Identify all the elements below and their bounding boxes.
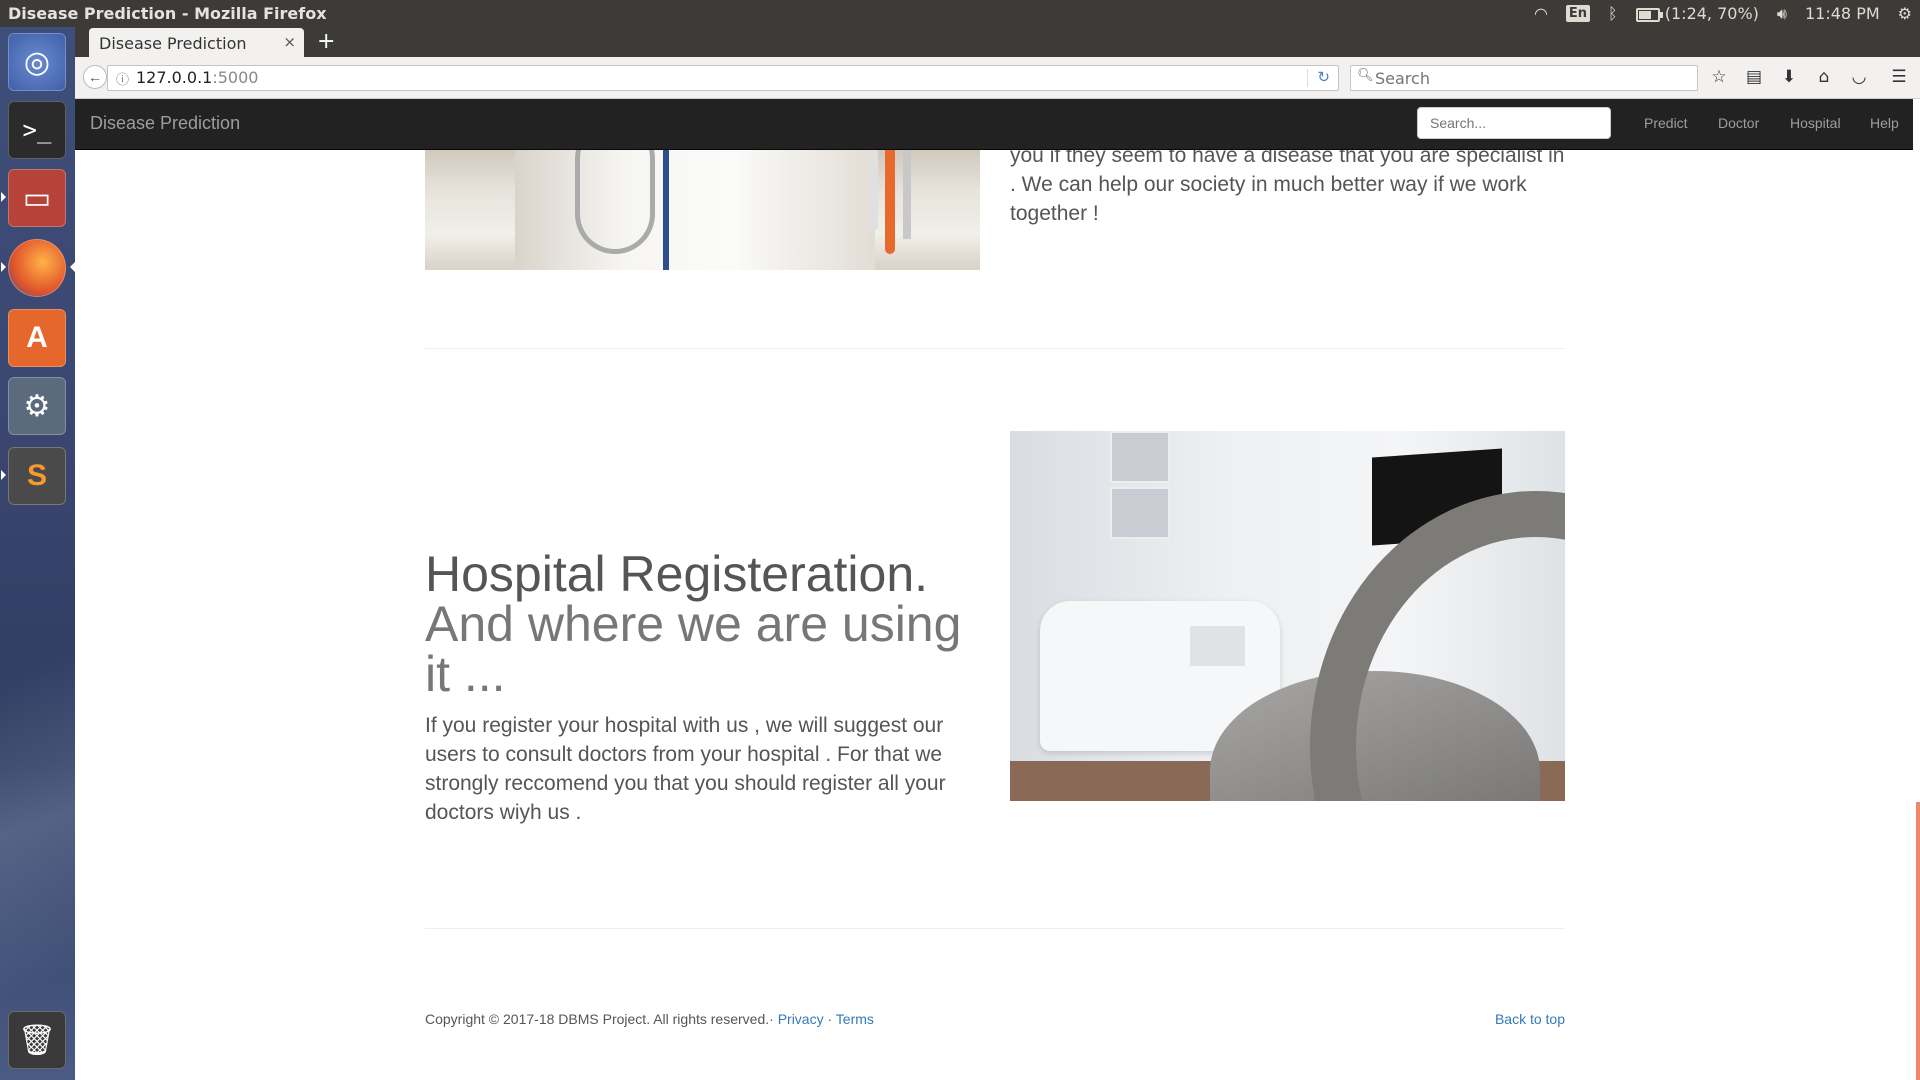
top-panel: Disease Prediction - Mozilla Firefox ◠ E…	[0, 0, 1920, 27]
site-search-input[interactable]	[1417, 107, 1611, 139]
firefox-icon[interactable]	[8, 239, 66, 297]
doctor-coat-shape	[515, 149, 875, 270]
url-bar-divider	[1307, 69, 1308, 87]
scrollbar-thumb[interactable]	[1916, 802, 1920, 1080]
tab-disease-prediction[interactable]: Disease Prediction ×	[89, 28, 304, 57]
software-center-icon[interactable]: A	[8, 309, 66, 367]
url-host: 127.0.0.1	[136, 68, 213, 87]
wifi-icon[interactable]: ◠	[1534, 4, 1548, 23]
sublime-text-icon[interactable]: S	[8, 447, 66, 505]
bookmarks-menu-icon[interactable]: ▤	[1742, 65, 1766, 89]
search-icon: 🔍︎	[1357, 68, 1374, 83]
battery-text: (1:24, 70%)	[1664, 4, 1759, 23]
battery-icon	[1635, 7, 1663, 22]
control-panel-shape	[1190, 626, 1245, 666]
browser-search-input[interactable]	[1373, 66, 1687, 90]
site-brand[interactable]: Disease Prediction	[90, 113, 240, 134]
hospital-subheading: And where we are using it ...	[425, 596, 962, 702]
pen-shape	[885, 149, 895, 254]
nav-link-help[interactable]: Help	[1870, 115, 1899, 131]
terminal-icon[interactable]: >_	[8, 101, 66, 159]
doctor-image	[425, 149, 980, 270]
footer-copyright: Copyright © 2017-18 DBMS Project. All ri…	[425, 1011, 774, 1027]
url-port: :5000	[212, 68, 259, 87]
site-info-icon[interactable]: ⓘ	[116, 69, 129, 88]
hospital-image	[1010, 431, 1565, 801]
featurette-divider	[425, 928, 1565, 929]
keyboard-layout-indicator[interactable]: En	[1565, 5, 1591, 22]
page-scrollbar[interactable]	[1913, 99, 1920, 1080]
battery-fill	[1638, 10, 1652, 19]
hospital-heading-main: Hospital Registeration.	[425, 546, 929, 602]
back-to-top-link[interactable]: Back to top	[1495, 1011, 1565, 1027]
lanyard-shape	[663, 149, 669, 270]
url-bar[interactable]: ⓘ 127.0.0.1:5000 ↻	[107, 65, 1339, 91]
ubuntu-dash-icon[interactable]: ◎	[8, 33, 66, 91]
files-icon[interactable]: ▭	[8, 169, 66, 227]
hospital-heading: Hospital Registeration. And where we are…	[425, 549, 985, 699]
hospital-registration-text: If you register your hospital with us , …	[425, 714, 946, 824]
battery-indicator[interactable]: (1:24, 70%)	[1635, 4, 1759, 23]
tab-title: Disease Prediction	[99, 34, 247, 53]
system-tray: ◠ En ᛒ (1:24, 70%) 🔊︎ 11:48 PM ⚙	[1534, 0, 1912, 27]
nav-link-predict[interactable]: Predict	[1644, 115, 1688, 131]
bookmark-star-icon[interactable]: ☆	[1707, 65, 1731, 89]
nav-link-doctor[interactable]: Doctor	[1718, 115, 1759, 131]
dental-lamp-arm-shape	[1310, 491, 1565, 801]
home-icon[interactable]: ⌂	[1812, 65, 1836, 89]
downloads-icon[interactable]: ⬇	[1777, 65, 1801, 89]
footer-separator: ·	[827, 1011, 833, 1027]
page-viewport: By registering with us , we will suggest…	[75, 99, 1920, 1080]
browser-search-bar[interactable]: 🔍︎	[1350, 65, 1698, 91]
system-settings-icon[interactable]: ⚙	[8, 377, 66, 435]
wall-frame-shape	[1110, 431, 1170, 483]
volume-icon[interactable]: 🔊︎	[1777, 4, 1787, 24]
clock[interactable]: 11:48 PM	[1805, 4, 1880, 23]
window-title: Disease Prediction - Mozilla Firefox	[8, 4, 327, 23]
wall-frame-shape	[1110, 487, 1170, 539]
tab-bar: Disease Prediction × +	[75, 27, 1920, 57]
running-indicator-icon	[1, 192, 6, 202]
pen-shape	[870, 149, 878, 229]
nav-link-hospital[interactable]: Hospital	[1790, 115, 1841, 131]
system-menu-gear-icon[interactable]: ⚙	[1898, 4, 1912, 23]
tab-close-icon[interactable]: ×	[283, 33, 296, 51]
url-text: 127.0.0.1:5000	[136, 68, 258, 87]
running-indicator-icon	[1, 262, 6, 272]
terms-link[interactable]: Terms	[836, 1011, 874, 1027]
hamburger-menu-icon[interactable]: ☰	[1887, 65, 1911, 89]
trash-icon[interactable]: 🗑︎	[8, 1011, 66, 1069]
featurette-divider	[425, 348, 1565, 349]
pocket-icon[interactable]: ◡	[1847, 65, 1871, 89]
navigation-toolbar: ← ⓘ 127.0.0.1:5000 ↻ 🔍︎ ☆ ▤ ⬇ ⌂ ◡ ☰	[75, 57, 1920, 99]
new-tab-button[interactable]: +	[317, 29, 335, 54]
back-arrow-icon[interactable]: ←	[83, 65, 107, 89]
bluetooth-icon[interactable]: ᛒ	[1608, 4, 1618, 23]
launcher: ◎ >_ ▭ A ⚙ S 🗑︎	[0, 27, 75, 1080]
reload-icon[interactable]: ↻	[1317, 68, 1330, 86]
footer: Copyright © 2017-18 DBMS Project. All ri…	[425, 1011, 1565, 1027]
privacy-link[interactable]: Privacy	[778, 1011, 824, 1027]
pen-shape	[903, 149, 911, 239]
site-navbar: Disease Prediction Predict Doctor Hospit…	[75, 99, 1913, 150]
stethoscope-shape	[575, 149, 655, 254]
running-indicator-icon	[1, 470, 6, 480]
